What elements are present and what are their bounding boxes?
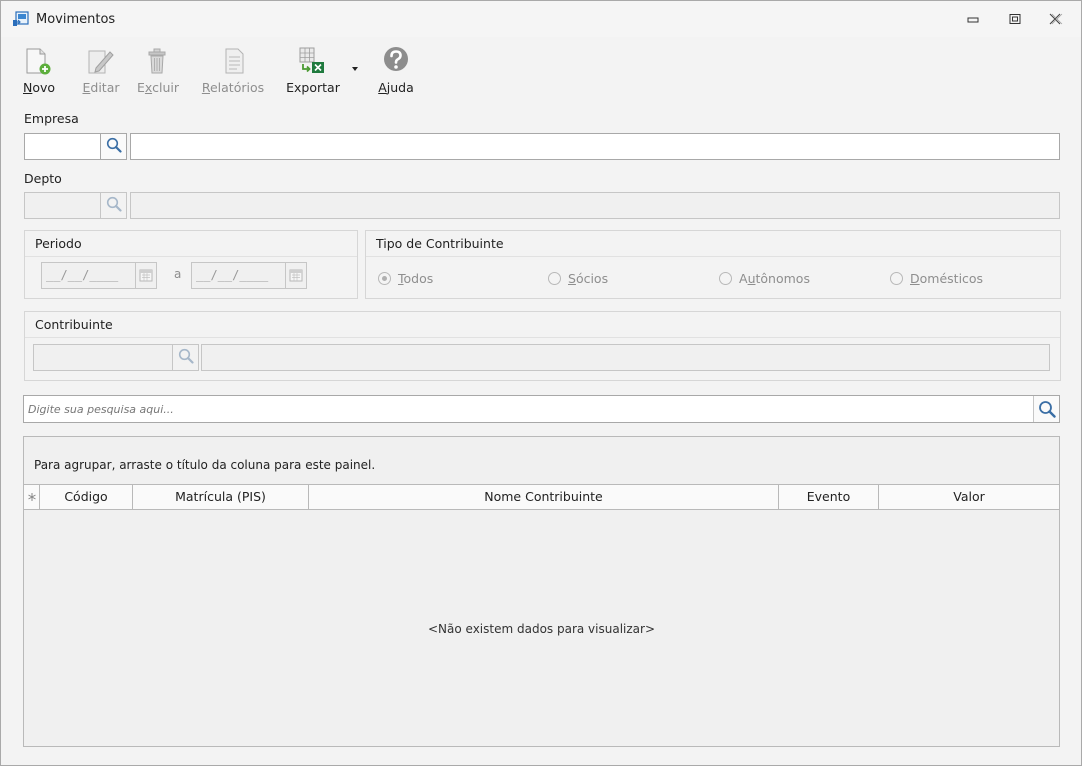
depto-label: Depto <box>24 171 62 186</box>
contribuinte-name-field <box>201 344 1050 371</box>
periodo-title: Periodo <box>35 236 82 251</box>
app-window-icon <box>13 11 29 26</box>
ajuda-button[interactable]: Ajuda <box>373 38 419 102</box>
search-button[interactable] <box>1033 396 1059 422</box>
window-title: Movimentos <box>36 12 116 27</box>
edit-pencil-icon <box>88 50 114 74</box>
periodo-separator: a <box>174 267 182 281</box>
novo-accesskey: N <box>23 80 33 95</box>
relatorios-button[interactable]: Relatórios <box>197 38 269 102</box>
asterisk-icon <box>27 493 36 501</box>
column-header-evento[interactable]: Evento <box>779 485 879 509</box>
movimentos-window: Movimentos Novo Editar Excluir Relatório… <box>0 0 1082 766</box>
novo-button[interactable]: Novo <box>11 38 61 102</box>
editar-button[interactable]: Editar <box>79 38 123 102</box>
contribuinte-lookup-button[interactable] <box>172 344 199 371</box>
search-icon <box>178 348 194 364</box>
empresa-label: Empresa <box>24 111 79 126</box>
ajuda-accesskey: A <box>378 80 387 95</box>
relatorios-accesskey: R <box>201 80 210 95</box>
depto-code-input[interactable] <box>24 192 101 219</box>
restore-icon[interactable] <box>1007 13 1023 25</box>
calendar-icon[interactable] <box>135 262 157 289</box>
search-input[interactable] <box>26 398 1031 420</box>
group-by-panel[interactable]: Para agrupar, arraste o título da coluna… <box>34 458 375 472</box>
depto-lookup-button[interactable] <box>100 192 127 219</box>
tipo-contribuinte-title: Tipo de Contribuinte <box>376 236 504 251</box>
periodo-from-input[interactable]: __/__/____ <box>41 262 137 289</box>
radio-unselected-icon <box>548 272 561 285</box>
trash-icon <box>148 48 166 74</box>
empresa-name-field <box>130 133 1060 160</box>
calendar-icon[interactable] <box>285 262 307 289</box>
radio-unselected-icon <box>890 272 903 285</box>
column-header-valor[interactable]: Valor <box>879 485 1059 509</box>
periodo-to-input[interactable]: __/__/____ <box>191 262 287 289</box>
search-icon <box>106 196 122 212</box>
excluir-button[interactable]: Excluir <box>133 38 183 102</box>
grid-header: Código Matrícula (PIS) Nome Contribuinte… <box>24 484 1059 510</box>
new-document-icon <box>26 48 51 75</box>
title-bar: Movimentos <box>1 1 1081 37</box>
row-indicator-header[interactable] <box>24 485 40 509</box>
contribuinte-title: Contribuinte <box>35 317 113 332</box>
contribuinte-group: Contribuinte <box>24 311 1061 381</box>
toolbar: Novo Editar Excluir Relatórios Exportar … <box>11 38 1061 105</box>
column-header-nome-contribuinte[interactable]: Nome Contribuinte <box>309 485 779 509</box>
export-excel-icon <box>299 47 324 73</box>
periodo-group: Periodo __/__/____ a __/__/____ <box>24 230 358 299</box>
grid-empty-message: <Não existem dados para visualizar> <box>427 622 655 636</box>
close-icon[interactable] <box>1047 13 1063 25</box>
empresa-lookup-button[interactable] <box>100 133 127 160</box>
search-icon <box>1039 401 1056 418</box>
search-icon <box>106 137 122 153</box>
movimentos-grid: Para agrupar, arraste o título da coluna… <box>23 436 1060 747</box>
column-header-matricula[interactable]: Matrícula (PIS) <box>133 485 309 509</box>
radio-selected-icon <box>378 272 391 285</box>
search-box <box>23 395 1060 423</box>
exportar-dropdown-arrow-icon[interactable] <box>351 66 359 72</box>
radio-unselected-icon <box>719 272 732 285</box>
minimize-icon[interactable] <box>965 13 981 25</box>
exportar-button[interactable]: Exportar <box>281 38 345 102</box>
column-header-codigo[interactable]: Código <box>40 485 133 509</box>
help-icon <box>384 47 408 71</box>
report-icon <box>225 48 244 74</box>
tipo-contribuinte-group: Tipo de Contribuinte Todos Sócios Autôno… <box>365 230 1061 299</box>
empresa-code-input[interactable] <box>24 133 101 160</box>
contribuinte-code-input[interactable] <box>33 344 173 371</box>
depto-name-field <box>130 192 1060 219</box>
